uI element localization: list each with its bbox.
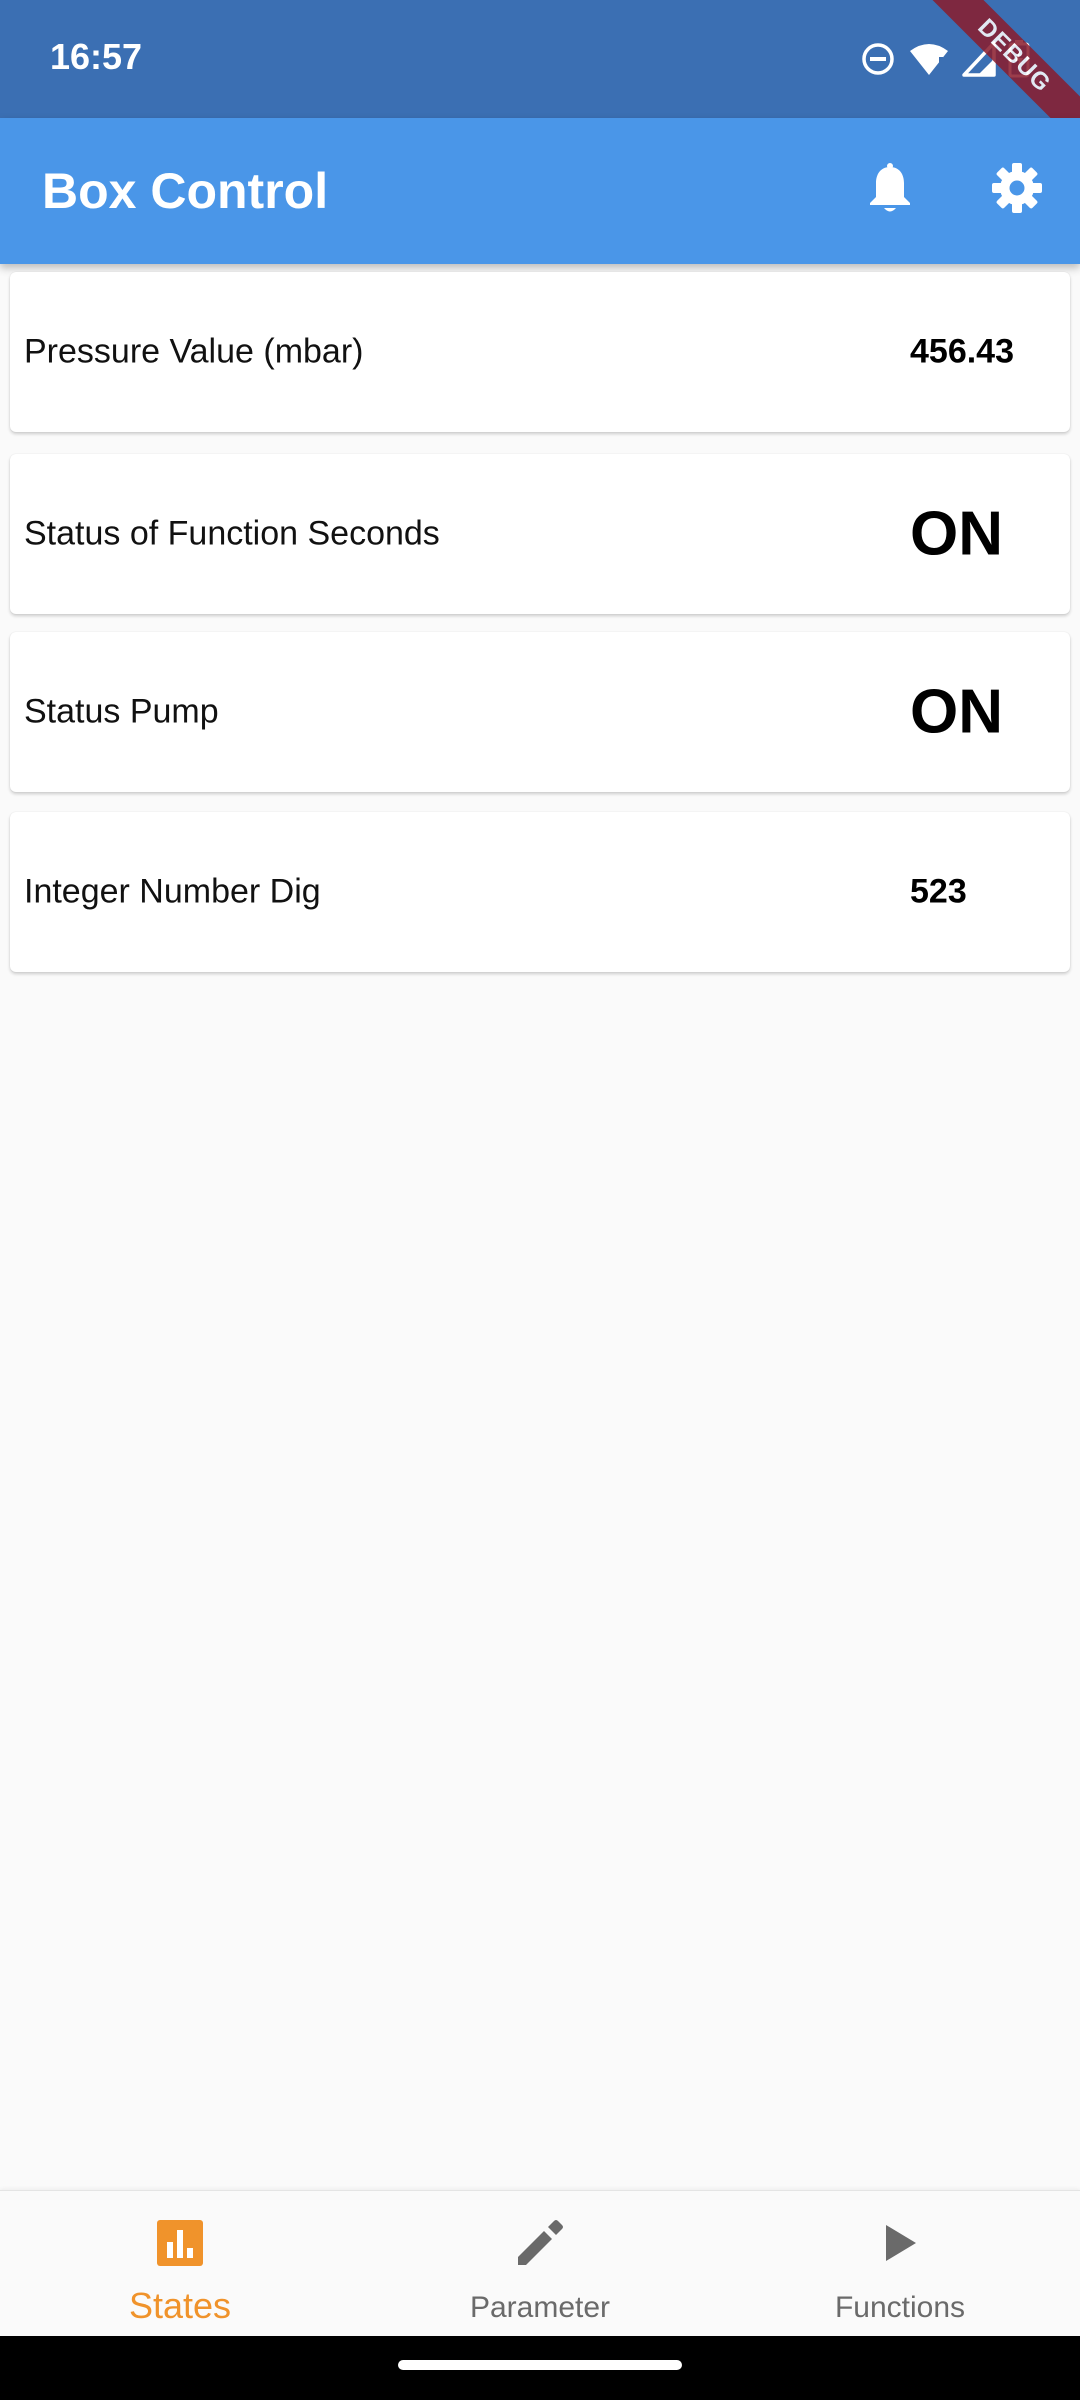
pencil-icon (512, 2215, 568, 2271)
card-value: 523 (910, 872, 967, 911)
wifi-icon (908, 41, 950, 77)
status-time: 16:57 (50, 36, 143, 77)
card-label: Status of Function Seconds (24, 514, 440, 553)
nav-label: States (128, 2285, 232, 2326)
card-label: Pressure Value (mbar) (24, 332, 364, 371)
signal-icon (962, 41, 996, 77)
nav-item-parameter[interactable]: Parameter (360, 2191, 720, 2337)
integer-number-card: Integer Number Dig 523 (10, 812, 1070, 972)
card-value: ON (910, 677, 1003, 747)
bottom-navigation: States Parameter Functions (0, 2190, 1080, 2336)
nav-label: Parameter (469, 2291, 611, 2324)
bar-chart-icon (152, 2215, 208, 2271)
nav-item-states[interactable]: States (0, 2191, 360, 2337)
pump-status-card: Status Pump ON (10, 632, 1070, 792)
app-title: Box Control (42, 163, 329, 219)
function-seconds-status-card: Status of Function Seconds ON (10, 454, 1070, 614)
play-icon (872, 2215, 928, 2271)
gear-icon (990, 161, 1044, 220)
card-value: 456.43 (910, 332, 1014, 371)
card-label: Integer Number Dig (24, 872, 321, 911)
card-value: ON (910, 499, 1003, 569)
do-not-disturb-icon (860, 41, 896, 77)
battery-icon (1008, 40, 1030, 78)
nav-label: Functions (834, 2291, 966, 2324)
status-bar: 16:57 DEBUG (0, 0, 1080, 147)
bell-icon (866, 161, 914, 220)
system-navigation-bar (0, 2336, 1080, 2400)
card-label: Status Pump (24, 692, 219, 731)
status-icons (860, 36, 1030, 82)
notifications-button[interactable] (858, 158, 922, 222)
settings-button[interactable] (985, 158, 1049, 222)
app-bar: Box Control (0, 118, 1080, 264)
nav-item-functions[interactable]: Functions (720, 2191, 1080, 2337)
home-indicator[interactable] (398, 2360, 682, 2370)
pressure-value-card: Pressure Value (mbar) 456.43 (10, 272, 1070, 432)
